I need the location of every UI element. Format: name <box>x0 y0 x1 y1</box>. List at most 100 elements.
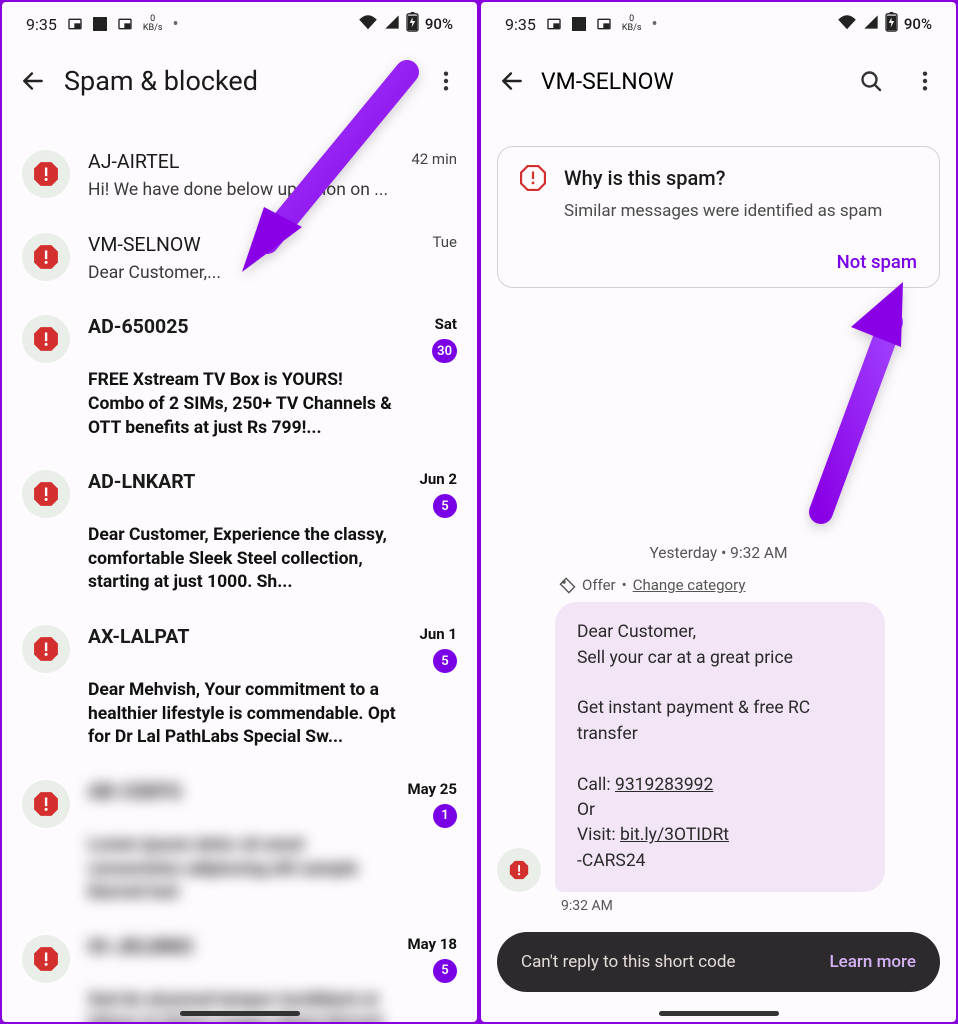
sender-label: VM-SELNOW <box>88 233 201 256</box>
conversation-title[interactable]: VM-SELNOW <box>541 68 674 95</box>
message-time: 9:32 AM <box>481 898 956 914</box>
app-bar: VM-SELNOW <box>481 46 956 116</box>
square-icon <box>572 17 586 31</box>
spam-octagon-outline-icon <box>520 165 546 191</box>
app-bar: Spam & blocked <box>2 46 477 116</box>
item-time: Tue <box>433 233 457 251</box>
preview-text: Dear Customer,... <box>88 262 398 286</box>
spam-octagon-icon <box>33 946 59 972</box>
day-timestamp: Yesterday • 9:32 AM <box>481 544 956 562</box>
back-button[interactable] <box>20 68 46 94</box>
shortcode-banner: Can't reply to this short code Learn mor… <box>497 932 940 992</box>
spam-octagon-icon <box>33 636 59 662</box>
sender-label: AD-650025 <box>88 315 189 338</box>
bubble-line: Or <box>577 798 863 823</box>
list-item[interactable]: AD-LNKART Jun 2 5 Dear Customer, Experie… <box>2 458 477 613</box>
preview-text: Dear Customer, Experience the classy, co… <box>88 524 398 595</box>
signal-icon <box>863 14 879 34</box>
conversation-list: AJ-AIRTEL 42 min Hi! We have done below … <box>2 116 477 1022</box>
spam-avatar <box>22 150 70 198</box>
wifi-icon <box>358 14 378 34</box>
learn-more-button[interactable]: Learn more <box>829 952 916 972</box>
status-time: 9:35 <box>26 15 57 34</box>
preview-text: Sed do eiusmod tempor incididunt ut labo… <box>88 989 398 1022</box>
unread-badge: 30 <box>432 339 457 363</box>
spam-avatar <box>22 780 70 828</box>
item-time: May 18 <box>407 935 457 953</box>
preview-text: Dear Mehvish, Your commitment to a healt… <box>88 679 398 750</box>
message-bubble[interactable]: Dear Customer, Sell your car at a great … <box>555 602 885 892</box>
item-time: Jun 1 <box>419 625 457 643</box>
battery-pct: 90% <box>904 15 932 33</box>
spam-card-subtitle: Similar messages were identified as spam <box>564 201 917 221</box>
list-item[interactable]: AX-LALPAT Jun 1 5 Dear Mehvish, Your com… <box>2 613 477 768</box>
signal-icon <box>384 14 400 34</box>
list-item[interactable]: HI-JKLMNO May 18 5 Sed do eiusmod tempor… <box>2 923 477 1022</box>
sender-label: HI-JKLMNO <box>88 935 193 958</box>
spam-avatar[interactable] <box>497 848 541 892</box>
spam-octagon-icon <box>33 326 59 352</box>
back-button[interactable] <box>499 68 525 94</box>
pip-icon <box>67 16 83 32</box>
list-item[interactable]: VM-SELNOW Tue Dear Customer,... <box>2 221 477 304</box>
status-dot: • <box>172 14 178 35</box>
list-item[interactable]: AJ-AIRTEL 42 min Hi! We have done below … <box>2 138 477 221</box>
phone-link[interactable]: 9319283992 <box>615 775 713 795</box>
bubble-line: Sell your car at a great price <box>577 646 863 671</box>
page-title: Spam & blocked <box>64 65 258 97</box>
data-rate: 0KB/s <box>622 15 642 33</box>
phone-screen-conversation: 9:35 0KB/s • 90% VM-SELNOW <box>481 2 956 1022</box>
pip-icon-2 <box>596 16 612 32</box>
spam-octagon-icon <box>33 791 59 817</box>
change-category-link[interactable]: Change category <box>633 576 746 594</box>
spam-avatar <box>22 233 70 281</box>
sender-label: AD-LNKART <box>88 470 195 493</box>
sender-label: AJ-AIRTEL <box>88 150 179 173</box>
spam-octagon-icon <box>509 860 529 880</box>
bubble-line: Call: 9319283992 <box>577 773 863 798</box>
spam-octagon-icon <box>33 161 59 187</box>
spam-avatar <box>22 625 70 673</box>
url-link[interactable]: bit.ly/3OTIDRt <box>620 825 729 845</box>
data-rate: 0KB/s <box>143 15 163 33</box>
status-bar: 9:35 0KB/s • 90% <box>2 2 477 46</box>
shortcode-text: Can't reply to this short code <box>521 952 735 972</box>
not-spam-button[interactable]: Not spam <box>837 251 917 273</box>
bubble-line: -CARS24 <box>577 849 863 874</box>
unread-badge: 5 <box>433 494 457 518</box>
list-item[interactable]: AB-CDEFG May 25 1 Lorem ipsum dolor sit … <box>2 768 477 923</box>
gesture-nav-bar <box>659 1011 779 1016</box>
message-row: Dear Customer, Sell your car at a great … <box>481 602 956 892</box>
battery-pct: 90% <box>425 15 453 33</box>
gesture-nav-bar <box>180 1011 300 1016</box>
unread-badge: 1 <box>433 804 457 828</box>
wifi-icon <box>837 14 857 34</box>
spam-info-card: Why is this spam? Similar messages were … <box>497 146 940 288</box>
spam-avatar <box>22 315 70 363</box>
item-time: 42 min <box>411 150 457 168</box>
sender-label: AB-CDEFG <box>88 780 182 803</box>
overflow-menu-button[interactable] <box>433 68 459 94</box>
unread-badge: 5 <box>433 649 457 673</box>
status-bar: 9:35 0KB/s • 90% <box>481 2 956 46</box>
search-button[interactable] <box>858 68 884 94</box>
item-time: Sat <box>435 315 457 333</box>
message-category: Offer • Change category <box>481 576 956 594</box>
item-time: Jun 2 <box>419 470 457 488</box>
preview-text: FREE Xstream TV Box is YOURS! Combo of 2… <box>88 369 398 440</box>
phone-screen-spam-list: 9:35 0KB/s • 90% Spam & blocked <box>2 2 477 1022</box>
tag-icon <box>559 577 576 594</box>
preview-text: Lorem ipsum dolor sit amet consectetur a… <box>88 834 398 905</box>
preview-text: Hi! We have done below updation on ... <box>88 179 398 203</box>
category-label: Offer <box>582 576 616 594</box>
list-item[interactable]: AD-650025 Sat 30 FREE Xstream TV Box is … <box>2 303 477 458</box>
pip-icon <box>546 16 562 32</box>
overflow-menu-button[interactable] <box>912 68 938 94</box>
status-time: 9:35 <box>505 15 536 34</box>
sender-label: AX-LALPAT <box>88 625 189 648</box>
battery-icon <box>406 12 419 36</box>
conversation-area: Yesterday • 9:32 AM Offer • Change categ… <box>481 288 956 1022</box>
spam-avatar <box>22 470 70 518</box>
unread-badge: 5 <box>433 959 457 983</box>
spam-octagon-icon <box>33 244 59 270</box>
